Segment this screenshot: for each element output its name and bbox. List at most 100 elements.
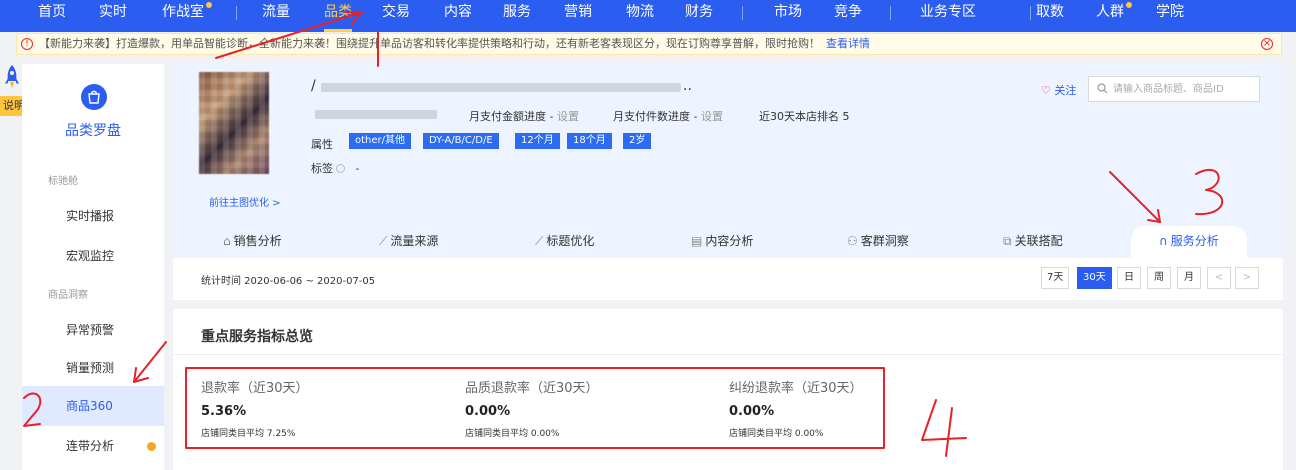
announcement-text: 【新能力来袭】打造爆款，用单品智能诊断，全新能力来袭！围绕提升单品访客和转化率提… — [39, 37, 820, 50]
follow-button[interactable]: ♡ 关注 — [1041, 82, 1076, 98]
rocket-icon[interactable] — [4, 64, 20, 90]
set-amount-link[interactable]: 设置 — [557, 110, 579, 123]
nav-category[interactable]: 品类 — [324, 0, 352, 32]
service-metrics-panel: 重点服务指标总览 退款率（近30天） 5.36% 店铺同类目平均 7.25% 品… — [173, 309, 1283, 470]
next-period-button[interactable]: > — [1235, 267, 1259, 289]
top-navigation-bar: 首页 实时 作战室 流量 品类 交易 内容 服务 营销 物流 财务 市场 竞争 … — [0, 0, 1296, 32]
monthly-amount-progress: 月支付金额进度 - 设置 — [469, 110, 579, 123]
product-card: / .. 月支付金额进度 - 设置 月支付件数进度 - 设置 近30天本店排名 … — [173, 64, 1283, 300]
product-search[interactable] — [1088, 76, 1260, 102]
search-input[interactable] — [1113, 81, 1255, 97]
search-icon — [1097, 83, 1108, 94]
line-chart-icon: ⟋ — [379, 234, 388, 248]
content-icon: ▤ — [691, 234, 703, 248]
nav-data-fetch[interactable]: 取数 — [1036, 0, 1064, 32]
product-title-redacted — [321, 83, 681, 92]
nav-divider — [1030, 6, 1031, 20]
product-id-redacted — [315, 110, 437, 119]
category-compass-icon — [81, 84, 107, 110]
period-day-button[interactable]: 日 — [1117, 267, 1141, 289]
nav-service[interactable]: 服务 — [503, 0, 531, 32]
period-30-days-button[interactable]: 30天 — [1077, 267, 1112, 289]
set-count-link[interactable]: 设置 — [701, 110, 723, 123]
nav-notification-dot — [206, 2, 212, 8]
close-icon[interactable]: × — [1261, 38, 1273, 50]
nav-academy[interactable]: 学院 — [1156, 0, 1184, 32]
metric-label: 退款率（近30天） — [201, 381, 309, 396]
metric-dispute-refund-rate: 纠纷退款率（近30天） 0.00% 店铺同类目平均 0.00% — [729, 377, 969, 439]
headset-icon: ∩ — [1159, 234, 1168, 248]
sidebar-item-association-analysis[interactable]: 连带分析 — [22, 426, 164, 466]
sidebar-item-product-360[interactable]: 商品360 — [22, 386, 164, 426]
sidebar-item-anomaly-alert[interactable]: 异常预警 — [22, 310, 164, 350]
sidebar-item-realtime-report[interactable]: 实时播报 — [22, 196, 164, 236]
product-title-ellipsis: .. — [683, 78, 692, 94]
nav-competition[interactable]: 竞争 — [834, 0, 862, 32]
nav-trade[interactable]: 交易 — [382, 0, 410, 32]
nav-business-zone[interactable]: 业务专区 — [920, 0, 976, 32]
analysis-tabs: ⌂ 销售分析 ⟋ 流量来源 ⟋ 标题优化 ▤ 内容分析 ⚇ 客群洞察 ⧉ 关联搭配 ∩ 服务分… — [173, 226, 1283, 258]
tab-related-matching[interactable]: ⧉ 关联搭配 — [1003, 226, 1063, 258]
period-7-days-button[interactable]: 7天 — [1041, 267, 1070, 289]
previous-period-button[interactable]: < — [1207, 267, 1231, 289]
panel-title: 重点服务指标总览 — [201, 329, 313, 345]
sidebar-group-label: 标驰舱 — [48, 176, 78, 187]
attribute-tag: 18个月 — [567, 133, 612, 149]
tab-sales-analysis[interactable]: ⌂ 销售分析 — [223, 226, 282, 258]
metric-value: 5.36% — [201, 404, 247, 419]
attribute-tag: 2岁 — [623, 133, 652, 149]
metric-value: 0.00% — [465, 404, 511, 419]
nav-divider — [236, 6, 237, 20]
nav-market[interactable]: 市场 — [774, 0, 802, 32]
metric-refund-rate: 退款率（近30天） 5.36% 店铺同类目平均 7.25% — [201, 377, 441, 439]
tag-label: 标签 - — [311, 162, 360, 175]
nav-content[interactable]: 内容 — [444, 0, 472, 32]
sidebar-item-sales-forecast[interactable]: 销量预测 — [22, 348, 164, 388]
attribute-tag: 12个月 — [515, 133, 560, 149]
attribute-tag: other/其他 — [349, 133, 412, 149]
tab-content-analysis[interactable]: ▤ 内容分析 — [691, 226, 753, 258]
sidebar-title: 品类罗盘 — [65, 123, 121, 139]
nav-crowd[interactable]: 人群 — [1096, 0, 1124, 32]
sidebar-group-label: 商品洞察 — [48, 290, 88, 301]
sidebar-item-macro-monitor[interactable]: 宏观监控 — [22, 236, 164, 276]
product-image[interactable] — [199, 72, 269, 174]
alert-icon: ! — [21, 38, 33, 50]
tab-title-optimization[interactable]: ⟋ 标题优化 — [535, 226, 594, 258]
metric-average: 店铺同类目平均 7.25% — [201, 429, 296, 439]
stat-time-range: 统计时间 2020-06-06 ~ 2020-07-05 — [201, 276, 376, 287]
tab-customer-insight[interactable]: ⚇ 客群洞察 — [847, 226, 909, 258]
sidebar: 品类罗盘 标驰舱 实时播报 宏观监控 商品洞察 异常预警 销量预测 商品360 … — [22, 64, 164, 470]
nav-war-room[interactable]: 作战室 — [162, 0, 204, 32]
line-chart-icon: ⟋ — [535, 234, 544, 248]
cart-icon: ⌂ — [223, 234, 231, 248]
nav-home[interactable]: 首页 — [38, 0, 66, 32]
metric-label: 纠纷退款率（近30天） — [729, 381, 863, 396]
product-header: / .. 月支付金额进度 - 设置 月支付件数进度 - 设置 近30天本店排名 … — [173, 64, 1283, 258]
nav-logistics[interactable]: 物流 — [626, 0, 654, 32]
tab-traffic-source[interactable]: ⟋ 流量来源 — [379, 226, 438, 258]
nav-notification-dot — [1126, 2, 1132, 8]
link-icon: ⧉ — [1003, 234, 1012, 248]
heart-icon: ♡ — [1041, 84, 1051, 97]
announcement-bar: ! 【新能力来袭】打造爆款，用单品智能诊断，全新能力来袭！围绕提升单品访客和转化… — [16, 33, 1282, 55]
period-week-button[interactable]: 周 — [1147, 267, 1171, 289]
tag-value: - — [355, 162, 360, 175]
metric-value: 0.00% — [729, 404, 775, 419]
nav-finance[interactable]: 财务 — [685, 0, 713, 32]
period-month-button[interactable]: 月 — [1177, 267, 1201, 289]
attribute-label: 属性 — [311, 138, 333, 151]
tab-service-analysis[interactable]: ∩ 服务分析 — [1131, 226, 1247, 258]
info-icon[interactable] — [336, 164, 345, 173]
notification-dot — [147, 442, 156, 451]
nav-divider — [890, 6, 891, 20]
view-details-link[interactable]: 查看详情 — [826, 37, 870, 50]
nav-traffic[interactable]: 流量 — [262, 0, 290, 32]
nav-divider — [742, 6, 743, 20]
nav-realtime[interactable]: 实时 — [99, 0, 127, 32]
attribute-tag: DY-A/B/C/D/E — [423, 133, 499, 149]
metric-average: 店铺同类目平均 0.00% — [465, 429, 560, 439]
nav-marketing[interactable]: 营销 — [564, 0, 592, 32]
goto-main-image-optimize-link[interactable]: 前往主图优化 > — [209, 194, 281, 209]
monthly-count-progress: 月支付件数进度 - 设置 — [613, 110, 723, 123]
